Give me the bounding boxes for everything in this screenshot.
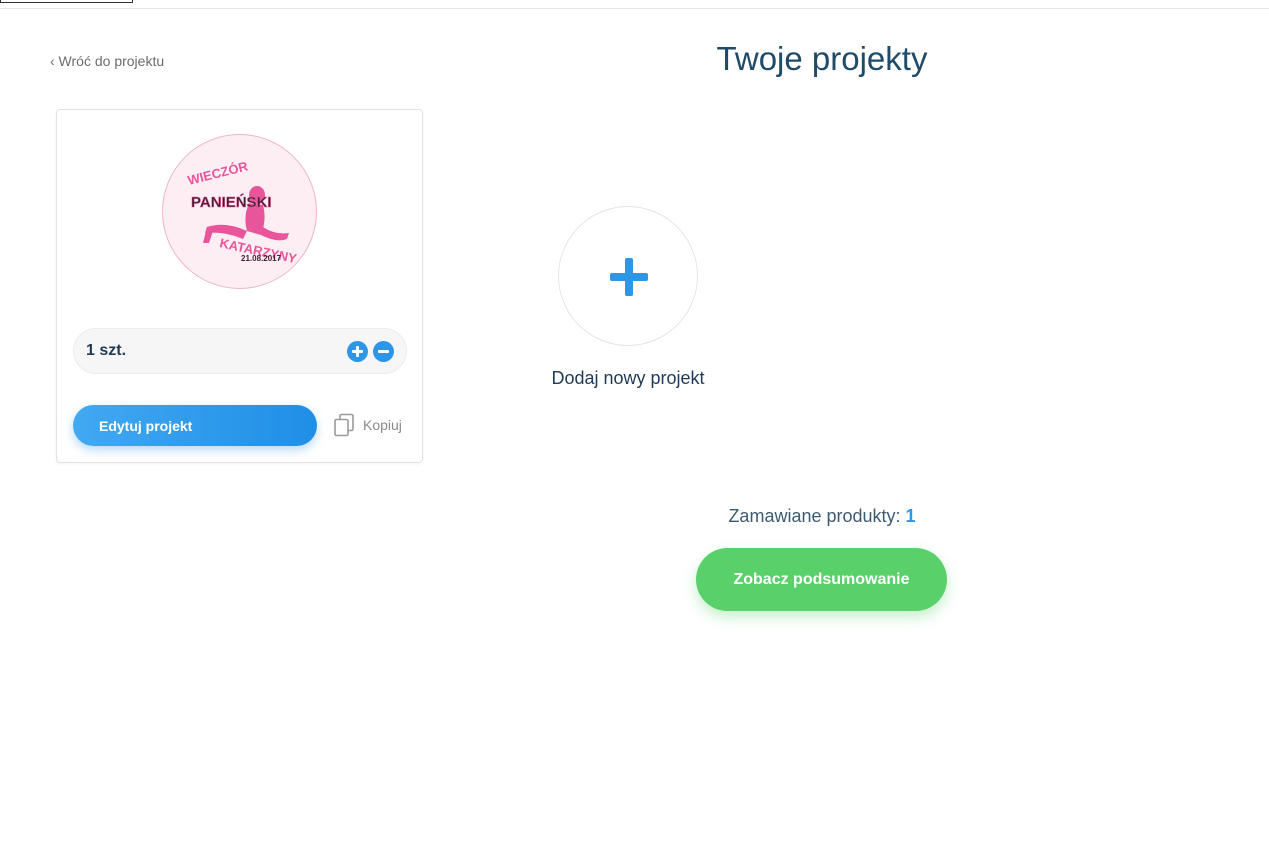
project-design-image: WIECZÓR PANIEŃSKI KATARZYNY 21.08.2017 — [186, 158, 298, 266]
plus-icon[interactable] — [347, 341, 368, 362]
copy-label: Kopiuj — [363, 417, 402, 433]
quantity-value: 1 szt. — [86, 342, 127, 359]
copy-button[interactable]: Kopiuj — [333, 413, 402, 437]
thumb-text-line2: PANIEŃSKI — [191, 194, 272, 211]
add-project-label[interactable]: Dodaj nowy projekt — [528, 368, 728, 389]
thumb-text-line1: WIECZÓR — [186, 158, 250, 188]
top-tab[interactable] — [0, 0, 133, 3]
page-title: Twoje projekty — [716, 40, 928, 77]
top-bar — [0, 0, 1269, 9]
thumb-text-date: 21.08.2017 — [241, 254, 282, 263]
view-summary-button[interactable]: Zobacz podsumowanie — [696, 548, 947, 611]
minus-icon[interactable] — [373, 341, 394, 362]
add-project-button[interactable] — [558, 206, 698, 346]
ordered-products-count: 1 — [905, 506, 916, 526]
ordered-products-summary: Zamawiane produkty: 1 — [622, 506, 1022, 527]
edit-project-button[interactable]: Edytuj projekt — [73, 405, 317, 446]
ordered-products-label: Zamawiane produkty: — [728, 506, 901, 526]
quantity-stepper: 1 szt. — [73, 328, 407, 374]
copy-icon — [334, 413, 354, 437]
back-to-project-link[interactable]: ‹ Wróć do projektu — [50, 53, 164, 69]
project-thumbnail[interactable]: WIECZÓR PANIEŃSKI KATARZYNY 21.08.2017 — [162, 134, 317, 289]
project-card: WIECZÓR PANIEŃSKI KATARZYNY 21.08.2017 1… — [56, 109, 423, 463]
